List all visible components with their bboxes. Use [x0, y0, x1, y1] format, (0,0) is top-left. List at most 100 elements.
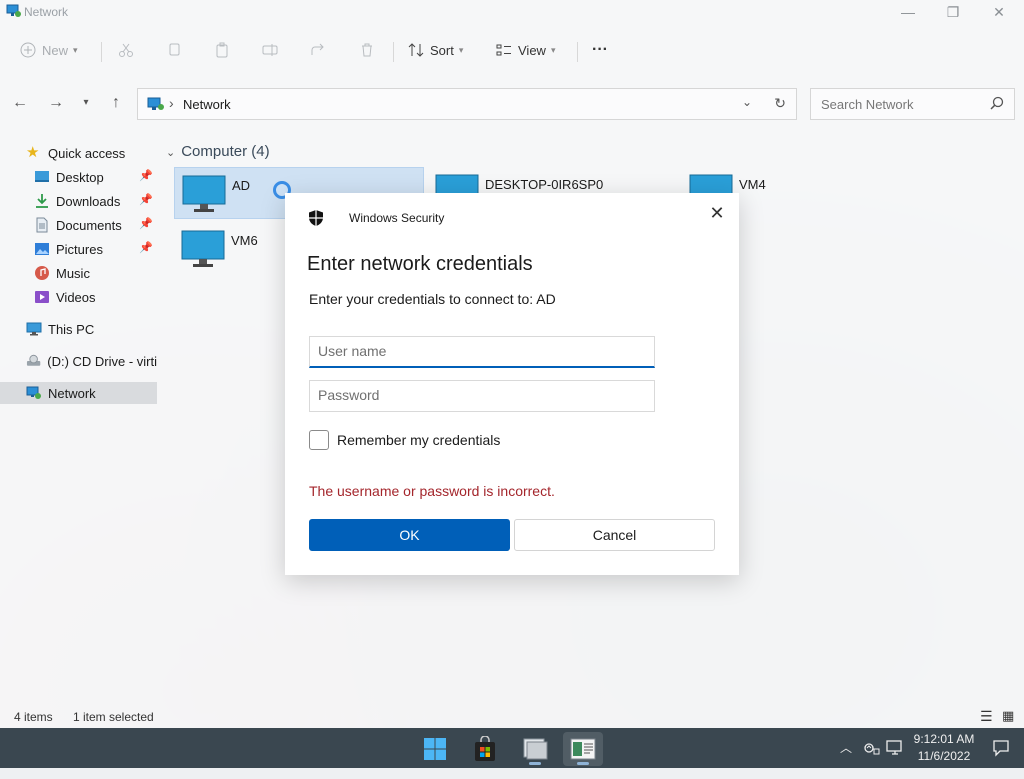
group-title: Computer (4): [181, 143, 270, 160]
start-button[interactable]: [415, 732, 455, 766]
monitor-icon: [181, 230, 225, 267]
sidebar-item-quick-access[interactable]: ★ Quick access: [0, 142, 157, 164]
breadcrumb-location[interactable]: Network: [183, 97, 231, 112]
clock-date: 11/6/2022: [917, 749, 971, 763]
network-app-button[interactable]: [563, 732, 603, 766]
chevron-down-icon: ▾: [458, 44, 464, 55]
delete-button[interactable]: [359, 36, 381, 64]
error-message: The username or password is incorrect.: [309, 483, 555, 499]
sidebar-item-label: Network: [48, 385, 96, 401]
system-clock[interactable]: 9:12:01 AM 11/6/2022: [908, 731, 980, 765]
store-icon: [475, 736, 495, 761]
computer-icon: [26, 322, 42, 336]
sidebar-item-documents[interactable]: Documents 📌: [0, 214, 157, 236]
forward-arrow-icon[interactable]: →: [46, 93, 66, 113]
store-app-button[interactable]: [465, 732, 505, 766]
up-arrow-icon[interactable]: ↑: [106, 93, 126, 113]
network-icon: [26, 386, 41, 399]
group-header-computer[interactable]: ⌄ Computer (4): [166, 143, 270, 160]
sidebar-item-pictures[interactable]: Pictures 📌: [0, 238, 157, 260]
address-row: ← → ▾ ↑ › Network ⌄ ↻: [0, 84, 1024, 124]
windows-logo-icon: [424, 738, 446, 760]
cut-button[interactable]: [118, 36, 140, 64]
cancel-button[interactable]: Cancel: [514, 519, 715, 551]
dialog-heading: Enter network credentials: [307, 253, 533, 275]
new-button[interactable]: New ▾: [20, 36, 78, 64]
sidebar-item-videos[interactable]: Videos: [0, 286, 157, 308]
collapse-chevron-icon: ⌄: [166, 147, 176, 159]
sidebar-item-music[interactable]: Music: [0, 262, 157, 284]
network-status-icon[interactable]: [864, 740, 880, 756]
remember-credentials-checkbox[interactable]: [309, 430, 329, 450]
display-monitor-icon[interactable]: [886, 739, 904, 757]
tiles-view-icon[interactable]: ▦: [1002, 708, 1014, 724]
search-input[interactable]: [819, 96, 983, 113]
username-field[interactable]: [309, 336, 655, 368]
sidebar-item-label: (D:) CD Drive - virti: [47, 353, 157, 369]
sort-label: Sort: [430, 42, 454, 58]
sort-button[interactable]: Sort ▾: [408, 36, 463, 64]
maximize-button[interactable]: ❐: [938, 4, 968, 24]
close-window-button[interactable]: ✕: [984, 4, 1014, 24]
sidebar-item-downloads[interactable]: Downloads 📌: [0, 190, 157, 212]
computer-name: VM4: [739, 177, 766, 192]
sidebar-item-label: This PC: [48, 321, 95, 337]
new-label: New: [42, 42, 69, 58]
computer-name: AD: [232, 178, 251, 193]
control-panel-icon: [570, 738, 596, 760]
navigation-pane: ★ Quick access Desktop 📌 Downloads 📌 Doc…: [0, 140, 157, 420]
star-icon: ★: [26, 144, 40, 161]
sidebar-item-cd-drive[interactable]: (D:) CD Drive - virti: [0, 350, 157, 372]
back-arrow-icon[interactable]: ←: [10, 93, 30, 113]
remember-credentials-label[interactable]: Remember my credentials: [337, 432, 500, 448]
minimize-button[interactable]: —: [893, 4, 923, 24]
download-icon: [36, 194, 48, 208]
sidebar-item-label: Pictures: [56, 241, 103, 257]
computer-name: VM6: [231, 233, 258, 248]
details-view-icon[interactable]: ☰: [980, 708, 993, 725]
more-options-button[interactable]: ···: [592, 36, 608, 64]
music-icon: [35, 266, 49, 280]
dialog-app-name: Windows Security: [349, 211, 445, 225]
sidebar-item-network[interactable]: Network: [0, 382, 157, 404]
title-bar: Network — ❐ ✕: [0, 0, 1024, 28]
sort-icon: [408, 43, 424, 57]
pin-icon: 📌: [139, 242, 153, 254]
refresh-icon[interactable]: ↻: [774, 95, 786, 112]
window-title: Network: [24, 5, 69, 19]
view-button[interactable]: View ▾: [496, 36, 555, 64]
sidebar-item-desktop[interactable]: Desktop 📌: [0, 166, 157, 188]
password-input[interactable]: [310, 381, 646, 409]
divider: [577, 42, 578, 62]
password-field[interactable]: [309, 380, 655, 412]
pin-icon: 📌: [139, 170, 153, 182]
ok-button[interactable]: OK: [309, 519, 510, 551]
address-bar[interactable]: › Network ⌄ ↻: [137, 88, 797, 120]
rename-button[interactable]: [262, 36, 284, 64]
running-indicator: [577, 762, 589, 765]
divider: [101, 42, 102, 62]
address-dropdown-icon[interactable]: ⌄: [742, 95, 752, 109]
clock-time: 9:12:01 AM: [913, 732, 975, 746]
network-icon: [147, 97, 164, 110]
notifications-icon[interactable]: [992, 739, 1010, 757]
sidebar-item-this-pc[interactable]: This PC: [0, 318, 157, 340]
recent-locations-chevron-icon[interactable]: ▾: [76, 93, 96, 113]
sidebar-item-label: Downloads: [56, 193, 121, 209]
selection-count: 1 item selected: [73, 710, 154, 724]
running-indicator: [529, 762, 541, 765]
divider: [393, 42, 394, 62]
paste-button[interactable]: [214, 36, 236, 64]
search-box[interactable]: [810, 88, 1015, 120]
computer-name: DESKTOP-0IR6SP0: [485, 177, 604, 192]
show-hidden-icons-chevron-icon[interactable]: ︿: [840, 739, 852, 779]
item-count: 4 items: [14, 710, 53, 724]
dialog-close-button[interactable]: ✕: [705, 201, 729, 225]
pin-icon: 📌: [139, 194, 153, 206]
share-button[interactable]: [310, 36, 332, 64]
file-explorer-app-button[interactable]: [515, 732, 555, 766]
scissors-icon: [119, 43, 133, 57]
shield-icon: [309, 210, 323, 226]
username-input[interactable]: [310, 337, 646, 365]
copy-button[interactable]: [166, 36, 188, 64]
